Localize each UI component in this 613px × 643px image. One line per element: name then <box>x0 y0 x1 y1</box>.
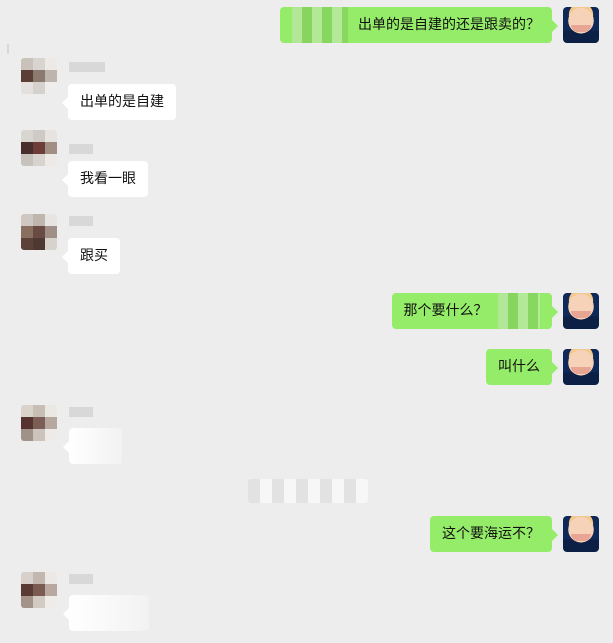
message-text: 那个要什么？ <box>403 303 488 319</box>
message-text: 叫什么 <box>498 359 540 375</box>
outgoing-message-bubble[interactable]: 那个要什么？ <box>391 293 559 329</box>
chat-window: 出单的是自建的还是跟卖的？ 出单的是自建 我看一眼 跟买 那个要什么？ 叫什么 … <box>0 0 613 643</box>
pixelated-avatar-icon[interactable] <box>21 214 57 250</box>
pixelated-avatar <box>21 58 57 94</box>
redacted-incoming-message[interactable] <box>63 428 122 464</box>
message-text: 跟买 <box>80 248 108 264</box>
redacted-incoming-message[interactable] <box>63 595 149 631</box>
incoming-message-bubble[interactable]: 跟买 <box>62 238 120 274</box>
pixelated-avatar-icon[interactable] <box>21 572 57 608</box>
redacted-text <box>291 7 348 43</box>
message-text: 出单的是自建 <box>80 94 164 110</box>
incoming-message-bubble[interactable]: 出单的是自建 <box>62 84 176 120</box>
incoming-message-bubble[interactable]: 我看一眼 <box>62 161 148 197</box>
message-row: 这个要海运不？ <box>0 516 613 552</box>
pixelated-avatar-icon[interactable] <box>21 130 57 166</box>
outgoing-message-bubble[interactable]: 这个要海运不？ <box>430 516 558 552</box>
message-row: 叫什么 <box>0 349 613 385</box>
redacted-text <box>498 293 540 329</box>
message-row: 我看一眼 <box>0 130 613 200</box>
outgoing-message-bubble[interactable]: 出单的是自建的还是跟卖的？ <box>279 7 559 43</box>
user-avatar-icon[interactable] <box>563 516 599 552</box>
sender-name-redacted <box>69 574 93 584</box>
sender-name-redacted <box>69 62 105 72</box>
scroll-indicator <box>7 44 9 54</box>
message-row <box>0 395 613 465</box>
redacted-system-message <box>248 479 368 503</box>
message-text: 我看一眼 <box>80 171 136 187</box>
user-avatar-icon[interactable] <box>563 7 599 43</box>
message-row: 跟买 <box>0 214 613 284</box>
user-avatar <box>563 349 599 385</box>
user-avatar <box>563 293 599 329</box>
outgoing-message-bubble[interactable]: 叫什么 <box>486 349 558 385</box>
user-avatar <box>563 516 599 552</box>
message-row <box>0 562 613 642</box>
sender-name-redacted <box>69 407 93 417</box>
sender-name-redacted <box>69 144 93 154</box>
message-row: 那个要什么？ <box>0 293 613 329</box>
pixelated-avatar <box>21 130 57 166</box>
pixelated-avatar <box>21 214 57 250</box>
user-avatar <box>563 7 599 43</box>
pixelated-avatar <box>21 405 57 441</box>
pixelated-avatar-icon[interactable] <box>21 405 57 441</box>
pixelated-avatar <box>21 572 57 608</box>
message-row: 出单的是自建的还是跟卖的？ <box>0 7 613 43</box>
message-text: 这个要海运不？ <box>442 526 540 542</box>
user-avatar-icon[interactable] <box>563 293 599 329</box>
sender-name-redacted <box>69 216 93 226</box>
user-avatar-icon[interactable] <box>563 349 599 385</box>
pixelated-avatar-icon[interactable] <box>21 58 57 94</box>
message-text: 出单的是自建的还是跟卖的？ <box>358 17 540 33</box>
message-row: 出单的是自建 <box>0 58 613 128</box>
